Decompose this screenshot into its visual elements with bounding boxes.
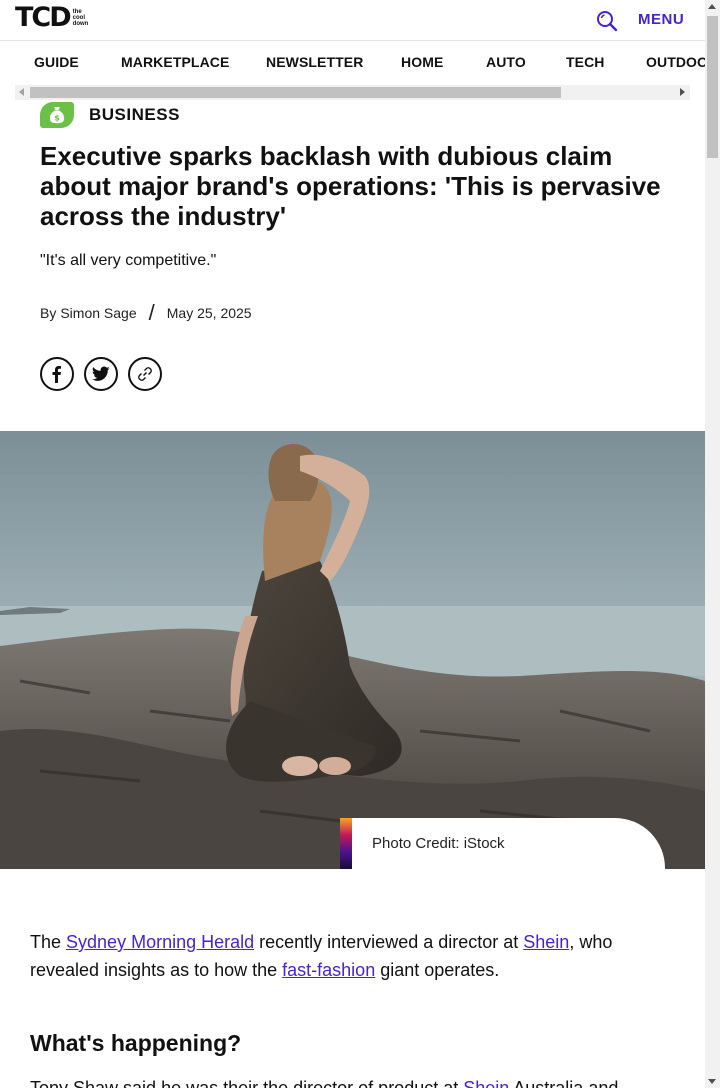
top-bar: TCD the cool down MENU xyxy=(0,0,705,41)
scroll-up-arrow-icon[interactable] xyxy=(708,4,716,9)
search-icon[interactable] xyxy=(595,9,619,33)
menu-button[interactable]: MENU xyxy=(638,11,684,28)
article-paragraph-2: Tony Shaw said he was their the director… xyxy=(30,1074,680,1088)
paragraph-text: Australia and xyxy=(509,1078,619,1088)
copy-link-icon[interactable] xyxy=(128,357,162,391)
link-fast-fashion[interactable]: fast-fashion xyxy=(282,960,375,980)
category-label: BUSINESS xyxy=(89,105,180,124)
scroll-down-arrow-icon[interactable] xyxy=(708,1079,716,1084)
nav-item-home[interactable]: HOME xyxy=(401,54,443,70)
facebook-share-icon[interactable] xyxy=(40,357,74,391)
scroll-right-arrow-icon[interactable] xyxy=(680,88,685,96)
link-shein[interactable]: Shein xyxy=(523,932,569,952)
credit-accent-bar xyxy=(340,818,352,869)
page-scrollbar[interactable] xyxy=(705,0,720,1088)
page-scroll-thumb[interactable] xyxy=(707,16,718,158)
link-shein-2[interactable]: Shein xyxy=(463,1078,509,1088)
nav-scroll-thumb[interactable] xyxy=(30,87,561,98)
byline-prefix: By xyxy=(40,305,57,321)
link-sydney-morning-herald[interactable]: Sydney Morning Herald xyxy=(66,932,254,952)
hero-image xyxy=(0,431,705,869)
nav-horizontal-scrollbar[interactable] xyxy=(15,85,690,100)
scroll-left-arrow-icon[interactable] xyxy=(19,88,24,96)
logo-subtext: the cool down xyxy=(72,9,89,27)
nav-item-newsletter[interactable]: NEWSLETTER xyxy=(266,54,363,70)
paragraph-text: giant operates. xyxy=(375,960,500,980)
article-dek: "It's all very competitive." xyxy=(40,252,217,269)
photo-credit: Photo Credit: iStock xyxy=(340,818,665,869)
byline: By Simon Sage / May 25, 2025 xyxy=(40,300,252,326)
article-headline: Executive sparks backlash with dubious c… xyxy=(40,141,661,231)
paragraph-text: recently interviewed a director at xyxy=(254,932,524,952)
byline-separator: / xyxy=(148,300,155,325)
nav-item-tech[interactable]: TECH xyxy=(566,54,605,70)
nav-item-auto[interactable]: AUTO xyxy=(486,54,526,70)
twitter-share-icon[interactable] xyxy=(84,357,118,391)
nav-item-guide[interactable]: GUIDE xyxy=(34,54,79,70)
logo-text: TCD xyxy=(15,2,72,33)
photo-credit-text: Photo Credit: iStock xyxy=(372,835,505,852)
article-category[interactable]: $ BUSINESS xyxy=(40,102,180,128)
site-logo[interactable]: TCD the cool down xyxy=(15,2,95,33)
author-link[interactable]: Simon Sage xyxy=(60,305,136,321)
section-heading: What's happening? xyxy=(30,1030,242,1056)
publish-date: May 25, 2025 xyxy=(166,305,252,321)
nav-item-outdoors[interactable]: OUTDOORS xyxy=(646,54,705,70)
article-paragraph: The Sydney Morning Herald recently inter… xyxy=(30,928,680,984)
paragraph-text: The xyxy=(30,932,67,952)
category-nav: GUIDE MARKETPLACE NEWSLETTER HOME AUTO T… xyxy=(0,41,705,85)
money-bag-icon: $ xyxy=(40,102,74,128)
svg-text:$: $ xyxy=(54,114,60,123)
paragraph-text: Tony Shaw said he was their the director… xyxy=(30,1078,464,1088)
nav-item-marketplace[interactable]: MARKETPLACE xyxy=(121,54,229,70)
